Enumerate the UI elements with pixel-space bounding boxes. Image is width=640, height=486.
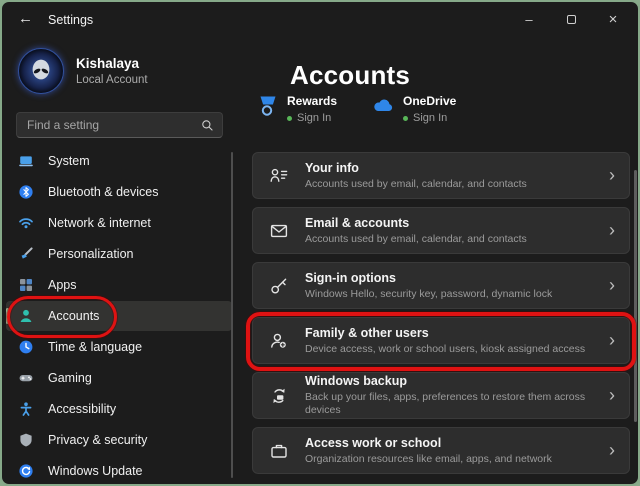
promo-label: Rewards — [287, 95, 337, 108]
sidebar-item-accounts[interactable]: Accounts — [6, 301, 232, 331]
selected-indicator — [6, 308, 9, 324]
sidebar-item-accessibility[interactable]: Accessibility — [6, 394, 232, 424]
card-subtitle: Device access, work or school users, kio… — [305, 343, 585, 356]
your-info-icon — [269, 166, 289, 186]
card-subtitle: Organization resources like email, apps,… — [305, 453, 552, 466]
sign-in-link[interactable]: Sign In — [413, 112, 447, 124]
sidebar-item-label: Time & language — [48, 340, 142, 354]
sidebar-item-bluetooth-devices[interactable]: Bluetooth & devices — [6, 177, 232, 207]
card-your-info[interactable]: Your info Accounts used by email, calend… — [252, 152, 630, 199]
card-title: Access work or school — [305, 436, 552, 451]
chevron-right-icon: › — [609, 386, 615, 406]
email-icon — [269, 221, 289, 241]
card-sign-in-options[interactable]: Sign-in options Windows Hello, security … — [252, 262, 630, 309]
chevron-right-icon: › — [609, 221, 615, 241]
accounts-person-icon — [18, 308, 34, 324]
sidebar-scrollbar[interactable] — [231, 152, 233, 478]
card-title: Your info — [305, 161, 527, 176]
settings-window: ← Settings – × Kishalaya Local Account — [0, 0, 640, 486]
sidebar-item-label: Accessibility — [48, 402, 116, 416]
chevron-right-icon: › — [609, 276, 615, 296]
promo-label: OneDrive — [403, 95, 456, 108]
sidebar-item-privacy-security[interactable]: Privacy & security — [6, 425, 232, 455]
sidebar-nav: System Bluetooth & devices Network & int… — [6, 146, 232, 486]
minimize-button[interactable]: – — [508, 2, 550, 36]
card-subtitle: Back up your files, apps, preferences to… — [305, 391, 609, 416]
sign-in-link[interactable]: Sign In — [297, 112, 331, 124]
sidebar-item-label: Bluetooth & devices — [48, 185, 159, 199]
card-subtitle: Accounts used by email, calendar, and co… — [305, 178, 527, 191]
card-windows-backup[interactable]: Windows backup Back up your files, apps,… — [252, 372, 630, 419]
sidebar-item-label: Apps — [48, 278, 77, 292]
user-profile[interactable]: Kishalaya Local Account — [18, 48, 148, 94]
screenshot-root: ← Settings – × Kishalaya Local Account — [0, 0, 640, 486]
chevron-right-icon: › — [609, 441, 615, 461]
onedrive-promo[interactable]: OneDrive Sign In — [371, 95, 456, 124]
bluetooth-icon — [18, 184, 34, 200]
window-title: Settings — [48, 13, 93, 27]
sidebar-item-personalization[interactable]: Personalization — [6, 239, 232, 269]
content-scrollbar[interactable] — [634, 170, 637, 422]
backup-sync-icon — [269, 386, 289, 406]
page-title: Accounts — [290, 60, 410, 91]
sidebar-item-label: Privacy & security — [48, 433, 147, 447]
sidebar-item-label: Windows Update — [48, 464, 143, 478]
system-icon — [18, 153, 34, 169]
network-wifi-icon — [18, 215, 34, 231]
account-type: Local Account — [76, 74, 148, 86]
clock-icon — [18, 339, 34, 355]
rewards-icon — [258, 95, 278, 117]
card-title: Sign-in options — [305, 271, 552, 286]
sidebar-item-label: Network & internet — [48, 216, 151, 230]
window-controls: – × — [508, 2, 634, 36]
sidebar-item-label: Gaming — [48, 371, 92, 385]
briefcase-icon — [269, 441, 289, 461]
card-email-accounts[interactable]: Email & accounts Accounts used by email,… — [252, 207, 630, 254]
key-icon — [269, 276, 289, 296]
search-input[interactable] — [27, 118, 201, 132]
rewards-promo[interactable]: Rewards Sign In — [258, 95, 337, 124]
settings-card-list: Your info Accounts used by email, calend… — [252, 152, 630, 482]
chevron-right-icon: › — [609, 166, 615, 186]
close-button[interactable]: × — [592, 2, 634, 36]
sidebar-item-time-language[interactable]: Time & language — [6, 332, 232, 362]
sign-in-dot — [403, 116, 408, 121]
back-icon[interactable]: ← — [18, 10, 33, 27]
card-subtitle: Windows Hello, security key, password, d… — [305, 288, 552, 301]
sidebar-item-network-internet[interactable]: Network & internet — [6, 208, 232, 238]
brush-icon — [18, 246, 34, 262]
sign-in-dot — [287, 116, 292, 121]
family-add-user-icon — [269, 331, 289, 351]
apps-grid-icon — [18, 277, 34, 293]
sidebar-item-windows-update[interactable]: Windows Update — [6, 456, 232, 486]
card-title: Email & accounts — [305, 216, 527, 231]
sidebar-item-label: Personalization — [48, 247, 133, 261]
sidebar-item-gaming[interactable]: Gaming — [6, 363, 232, 393]
search-box[interactable] — [16, 112, 223, 138]
chevron-right-icon: › — [609, 331, 615, 351]
update-icon — [18, 463, 34, 479]
card-title: Windows backup — [305, 374, 609, 389]
card-family-other-users[interactable]: Family & other users Device access, work… — [252, 317, 630, 364]
onedrive-icon — [371, 95, 394, 115]
card-subtitle: Accounts used by email, calendar, and co… — [305, 233, 527, 246]
title-bar: ← Settings – × — [2, 2, 638, 38]
maximize-icon — [567, 15, 576, 24]
sidebar-item-apps[interactable]: Apps — [6, 270, 232, 300]
accessibility-person-icon — [18, 401, 34, 417]
sidebar-item-system[interactable]: System — [6, 146, 232, 176]
user-name: Kishalaya — [76, 56, 148, 73]
sidebar-item-label: Accounts — [48, 309, 99, 323]
gamepad-icon — [18, 370, 34, 386]
sidebar-item-label: System — [48, 154, 90, 168]
avatar — [18, 48, 64, 94]
maximize-button[interactable] — [550, 2, 592, 36]
alien-head-icon — [26, 56, 56, 86]
card-title: Family & other users — [305, 326, 585, 341]
search-icon — [201, 119, 214, 132]
shield-icon — [18, 432, 34, 448]
card-access-work-school[interactable]: Access work or school Organization resou… — [252, 427, 630, 474]
